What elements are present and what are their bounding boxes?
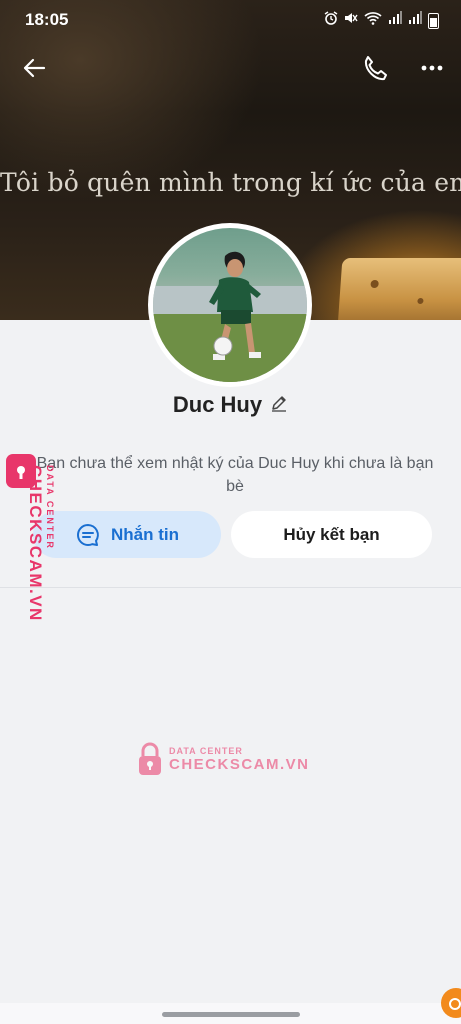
pencil-icon	[272, 395, 287, 412]
call-button[interactable]	[359, 52, 391, 84]
watermark-vertical-text: DATA CENTER CHECKSCAM.VN	[25, 465, 55, 665]
wifi-icon	[364, 11, 382, 30]
phone-icon	[364, 56, 387, 81]
more-horizontal-icon	[421, 65, 443, 71]
section-divider	[0, 587, 461, 588]
watermark-center: DATA CENTER CHECKSCAM.VN	[137, 742, 310, 776]
watermark-side: DATA CENTER CHECKSCAM.VN	[4, 454, 55, 654]
arrow-left-icon	[23, 58, 46, 78]
more-options-button[interactable]	[416, 52, 448, 84]
diary-privacy-notice: Bạn chưa thể xem nhật ký của Duc Huy khi…	[36, 455, 434, 495]
watermark-brand: CHECKSCAM.VN	[26, 465, 45, 622]
chat-bubble-icon	[77, 523, 99, 546]
back-button[interactable]	[18, 52, 50, 84]
profile-name: Duc Huy	[172, 392, 263, 417]
battery-icon	[428, 12, 439, 29]
status-time: 18:05	[25, 10, 69, 29]
signal-icon-2	[408, 11, 422, 30]
avatar-illustration	[153, 251, 307, 382]
edit-name-button[interactable]	[270, 394, 288, 417]
alarm-icon	[324, 11, 338, 30]
message-button-label: Nhắn tin	[111, 524, 179, 544]
cover-lamp-shape	[337, 258, 461, 320]
status-bar: 18:05	[0, 0, 461, 38]
cover-quote: Tôi bỏ quên mình trong kí ức của em	[0, 168, 461, 197]
avatar[interactable]	[148, 223, 312, 387]
mute-icon	[344, 11, 358, 30]
signal-icon-1	[388, 11, 402, 30]
message-button[interactable]: Nhắn tin	[33, 511, 221, 558]
unfriend-button-label: Hủy kết bạn	[283, 524, 380, 544]
home-indicator[interactable]	[162, 1012, 300, 1017]
status-icons	[324, 11, 439, 30]
avatar-photo	[153, 228, 307, 382]
watermark-center-brand: CHECKSCAM.VN	[169, 755, 310, 773]
watermark-center-sub: DATA CENTER	[169, 745, 243, 756]
profile-name-row: Duc Huy	[0, 392, 461, 418]
watermark-lock-icon-center	[139, 742, 161, 775]
unfriend-button[interactable]: Hủy kết bạn	[231, 511, 432, 558]
watermark-sub: DATA CENTER	[45, 465, 55, 550]
